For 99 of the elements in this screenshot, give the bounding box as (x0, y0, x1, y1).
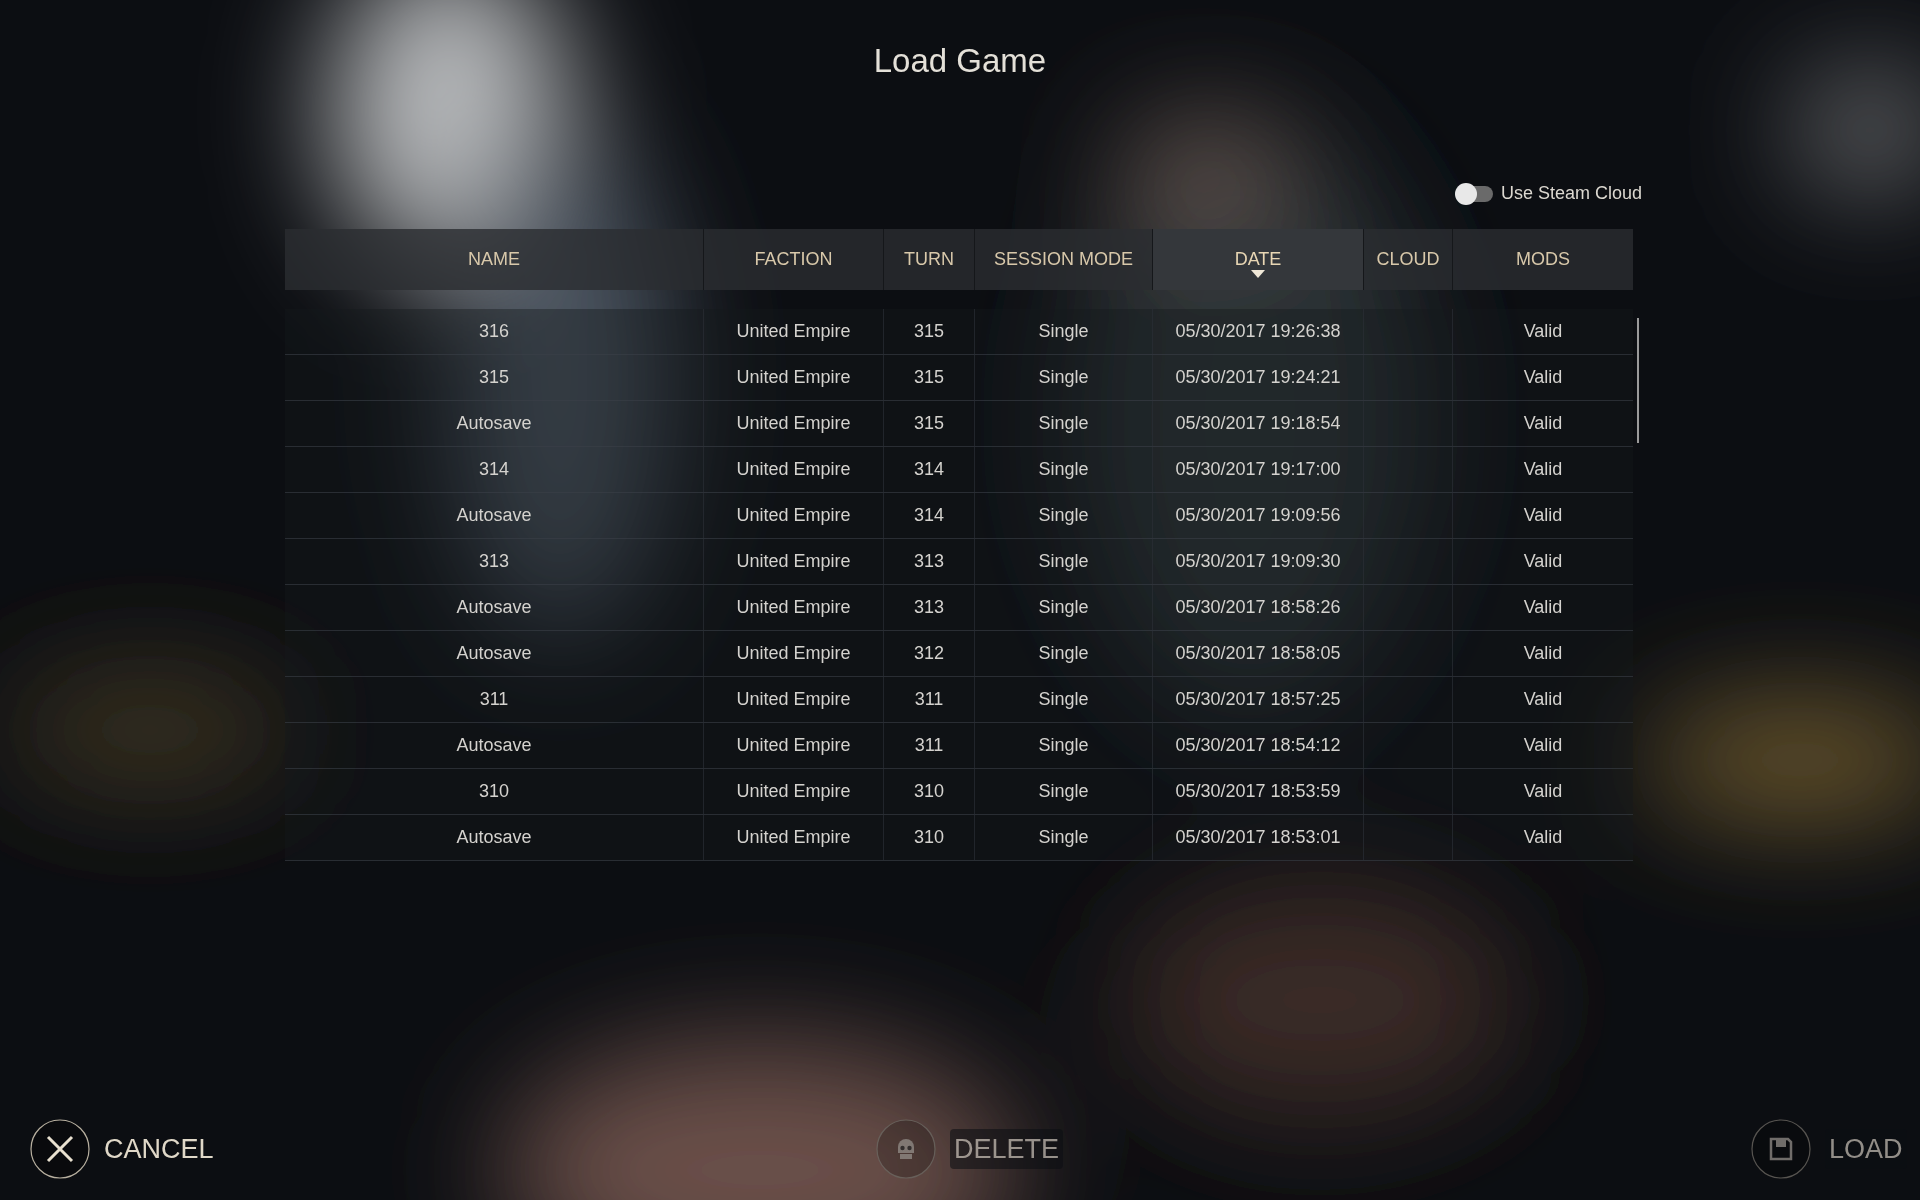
table-cell-text: Autosave (456, 596, 532, 619)
table-cell-text: 313 (913, 550, 944, 573)
table-cell-text: Single (1038, 826, 1089, 849)
cancel-button[interactable]: CANCEL (30, 1119, 214, 1179)
table-cell-text: Valid (1523, 366, 1563, 389)
toggle-switch[interactable] (1457, 185, 1493, 202)
table-cell-text: Valid (1523, 550, 1563, 573)
table-cell-text: Valid (1523, 596, 1563, 619)
table-cell-text: 05/30/2017 19:09:30 (1175, 550, 1341, 573)
table-cell-text: Single (1038, 642, 1089, 665)
table-cell-text: United Empire (736, 780, 851, 803)
table-cell-text: 05/30/2017 19:24:21 (1175, 366, 1341, 389)
column-header[interactable]: FACTION (704, 229, 884, 290)
table-cell-text: United Empire (736, 412, 851, 435)
table-cell-text: 05/30/2017 18:58:05 (1175, 642, 1341, 665)
table-cell-text: Single (1038, 596, 1089, 619)
save-row[interactable]: Autosave United Empire 311 Single 05/30/2017 18:54:12 Valid (285, 723, 1633, 769)
save-row[interactable]: 310 United Empire 310 Single 05/30/2017 18:53:59 Valid (285, 769, 1633, 815)
close-icon (30, 1119, 90, 1179)
table-cell-text: Single (1038, 320, 1089, 343)
table-cell-text: 05/30/2017 19:18:54 (1175, 412, 1341, 435)
table-cell-text: 05/30/2017 19:09:56 (1175, 504, 1341, 527)
table-cell-text: Valid (1523, 504, 1563, 527)
table-cell-text: 311 (914, 734, 944, 757)
table-cell-text: 315 (913, 366, 944, 389)
scrollbar[interactable] (1637, 318, 1639, 443)
table-cell-text: 311 (479, 688, 509, 711)
table-cell-text: Single (1038, 550, 1089, 573)
table-cell-text: United Empire (736, 458, 851, 481)
table-cell-text: 313 (913, 596, 944, 619)
save-row[interactable]: Autosave United Empire 310 Single 05/30/2017 18:53:01 Valid (285, 815, 1633, 861)
column-header[interactable]: CLOUD (1364, 229, 1453, 290)
table-cell-text: United Empire (736, 320, 851, 343)
table-cell-text: 05/30/2017 18:54:12 (1175, 734, 1341, 757)
save-row[interactable]: Autosave United Empire 312 Single 05/30/2017 18:58:05 Valid (285, 631, 1633, 677)
column-header[interactable]: MODS (1453, 229, 1633, 290)
table-cell-text: 315 (478, 366, 509, 389)
table-cell-text: Autosave (456, 504, 532, 527)
table-cell-text: 310 (913, 780, 944, 803)
save-row[interactable]: 314 United Empire 314 Single 05/30/2017 19:17:00 Valid (285, 447, 1633, 493)
table-cell-text: 314 (913, 458, 944, 481)
table-cell-text: 05/30/2017 19:26:38 (1175, 320, 1341, 343)
table-cell-text: Autosave (456, 412, 532, 435)
save-row[interactable]: 315 United Empire 315 Single 05/30/2017 19:24:21 Valid (285, 355, 1633, 401)
table-cell-text: Single (1038, 504, 1089, 527)
save-row[interactable]: 313 United Empire 313 Single 05/30/2017 19:09:30 Valid (285, 539, 1633, 585)
column-header[interactable]: TURN (884, 229, 975, 290)
table-cell-text: Valid (1523, 688, 1563, 711)
toggle-label: Use Steam Cloud (1501, 182, 1643, 205)
column-header[interactable]: DATE (1153, 229, 1364, 290)
table-cell-text: Single (1038, 458, 1089, 481)
table-cell-text: Valid (1523, 826, 1563, 849)
table-cell-text: 310 (478, 780, 509, 803)
table-cell-text: 311 (914, 688, 944, 711)
table-cell-text: 315 (913, 412, 944, 435)
table-cell-text: 05/30/2017 18:53:01 (1175, 826, 1341, 849)
table-cell-text: United Empire (736, 826, 851, 849)
table-cell-text: United Empire (736, 596, 851, 619)
table-cell-text: United Empire (736, 688, 851, 711)
save-row[interactable]: Autosave United Empire 313 Single 05/30/2017 18:58:26 Valid (285, 585, 1633, 631)
table-cell-text: Valid (1523, 642, 1563, 665)
table-cell-text: Autosave (456, 826, 532, 849)
sort-arrow-icon (1251, 270, 1265, 278)
table-cell-text: 05/30/2017 18:58:26 (1175, 596, 1341, 619)
table-cell-text: Valid (1523, 780, 1563, 803)
table-cell-text: 05/30/2017 18:53:59 (1175, 780, 1341, 803)
save-row[interactable]: 311 United Empire 311 Single 05/30/2017 18:57:25 Valid (285, 677, 1633, 723)
table-cell-text: United Empire (736, 734, 851, 757)
table-cell-text: Valid (1523, 320, 1563, 343)
table-cell-text: Autosave (456, 734, 532, 757)
table-cell-text: Single (1038, 366, 1089, 389)
table-cell-text: United Empire (736, 366, 851, 389)
table-cell-text: United Empire (736, 550, 851, 573)
table-cell-text: Valid (1523, 734, 1563, 757)
table-cell-text: 05/30/2017 19:17:00 (1175, 458, 1341, 481)
column-header[interactable]: NAME (285, 229, 704, 290)
table-cell-text: 313 (478, 550, 509, 573)
skull-icon (876, 1119, 936, 1179)
table-cell-text: United Empire (736, 504, 851, 527)
save-row[interactable]: Autosave United Empire 315 Single 05/30/2017 19:18:54 Valid (285, 401, 1633, 447)
table-cell-text: United Empire (736, 642, 851, 665)
save-row[interactable]: Autosave United Empire 314 Single 05/30/2017 19:09:56 Valid (285, 493, 1633, 539)
table-cell-text: 05/30/2017 18:57:25 (1175, 688, 1341, 711)
table-cell-text: Single (1038, 688, 1089, 711)
table-cell-text: Single (1038, 780, 1089, 803)
table-cell-text: 314 (913, 504, 944, 527)
save-row[interactable]: 316 United Empire 315 Single 05/30/2017 19:26:38 Valid (285, 309, 1633, 355)
table-cell-text: Single (1038, 412, 1089, 435)
table-cell-text: 310 (913, 826, 944, 849)
table-cell-text: Valid (1523, 458, 1563, 481)
floppy-disk-icon (1751, 1119, 1811, 1179)
table-cell-text: Single (1038, 734, 1089, 757)
table-cell-text: 315 (913, 320, 944, 343)
table-cell-text: 312 (913, 642, 944, 665)
table-cell-text: 314 (478, 458, 509, 481)
table-cell-text: 316 (478, 320, 509, 343)
table-cell-text: Valid (1523, 412, 1563, 435)
dialog-title: Load Game (873, 41, 1047, 81)
table-cell-text: Autosave (456, 642, 532, 665)
